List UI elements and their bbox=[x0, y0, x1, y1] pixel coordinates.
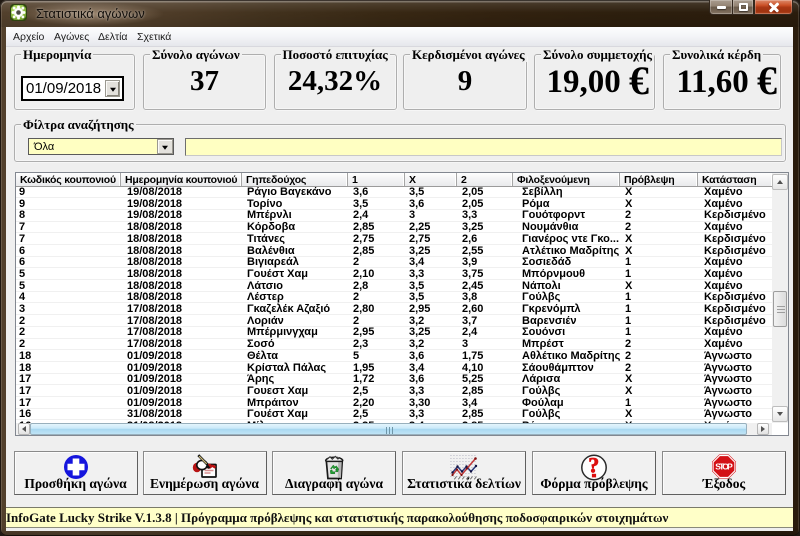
svg-text:STOP: STOP bbox=[715, 462, 733, 472]
